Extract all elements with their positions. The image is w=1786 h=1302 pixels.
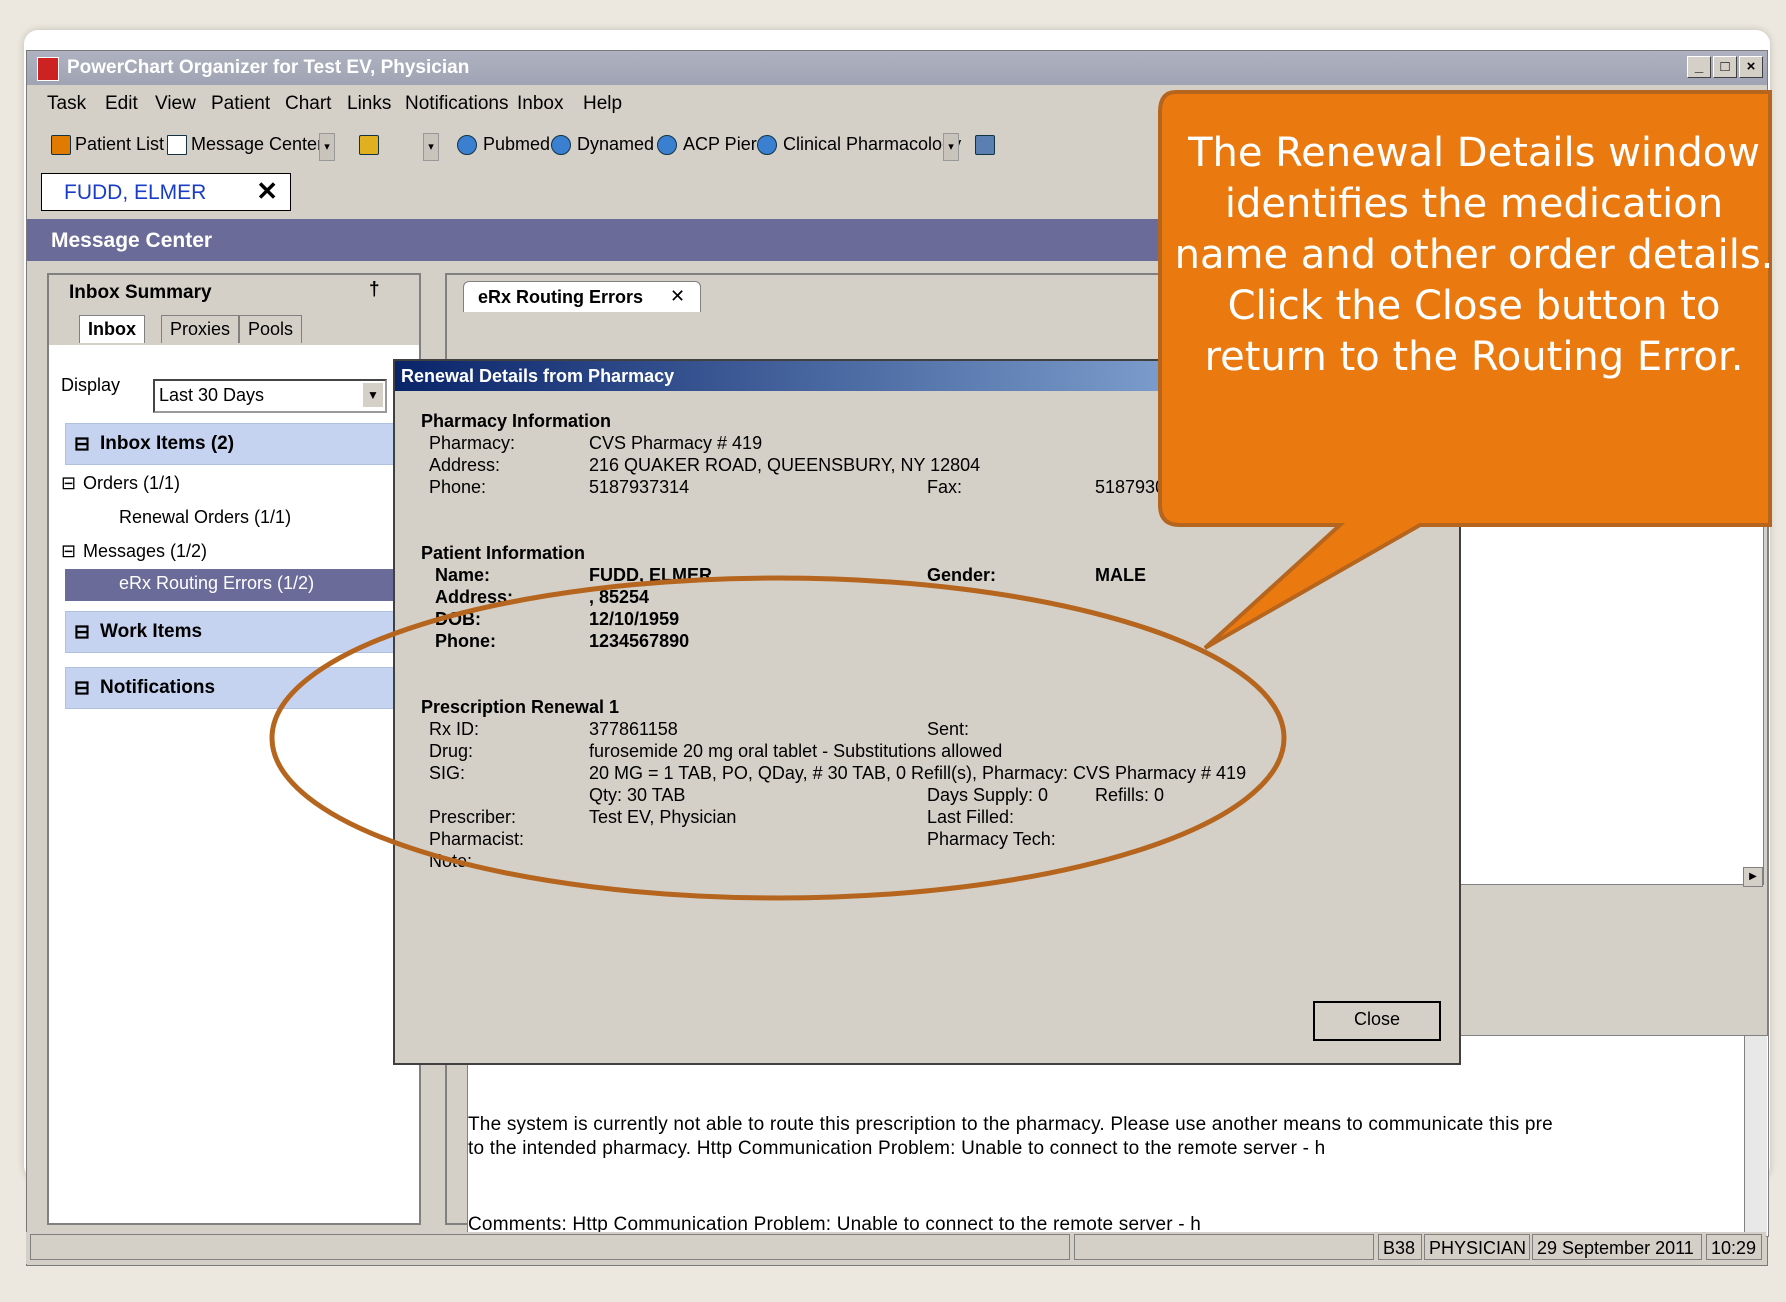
highlight-ellipse	[269, 575, 1287, 901]
callout-text: The Renewal Details window identifies th…	[1174, 130, 1774, 380]
